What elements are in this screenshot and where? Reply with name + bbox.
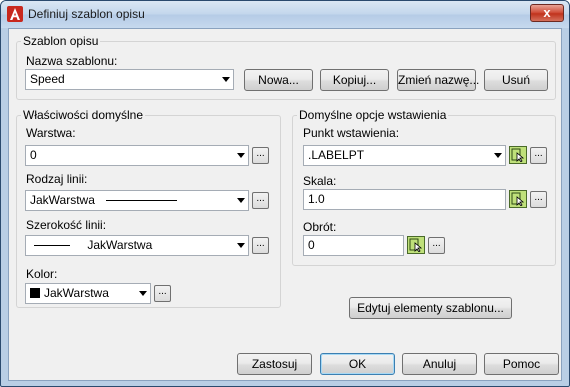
ok-button[interactable]: OK (320, 353, 395, 375)
lineweight-value: JakWarstwa (87, 238, 153, 252)
window-title: Definiuj szablon opisu (28, 7, 145, 21)
chevron-down-icon (237, 243, 245, 248)
dialog-client-area: Szablon opisu Nazwa szablonu: Speed Nowa… (8, 28, 562, 381)
rotation-input[interactable]: 0 (303, 235, 404, 256)
chevron-down-icon (139, 291, 147, 296)
copy-template-button[interactable]: Kopiuj... (320, 69, 389, 91)
apply-button[interactable]: Zastosuj (237, 353, 312, 375)
color-value: JakWarstwa (44, 286, 109, 300)
template-group-legend: Szablon opisu (23, 34, 99, 48)
close-button[interactable]: x (530, 4, 564, 22)
rotation-browse-button[interactable]: ... (428, 237, 445, 254)
color-browse-button[interactable]: ... (154, 285, 171, 302)
linetype-select[interactable]: JakWarstwa (25, 190, 249, 211)
delete-template-button[interactable]: Usuń (484, 69, 548, 91)
layer-label: Warstwa: (26, 126, 76, 140)
color-swatch (30, 287, 40, 298)
insertion-options-legend: Domyślne opcje wstawienia (299, 108, 447, 122)
cursor-pick-icon (511, 192, 525, 206)
lineweight-select[interactable]: JakWarstwa (25, 235, 249, 256)
scale-input[interactable]: 1.0 (303, 189, 506, 210)
cursor-pick-icon (511, 148, 525, 162)
rename-template-button[interactable]: Zmień nazwę... (397, 69, 479, 91)
template-name-label: Nazwa szablonu: (26, 54, 118, 68)
color-select[interactable]: JakWarstwa (25, 283, 151, 304)
lineweight-browse-button[interactable]: ... (252, 237, 269, 254)
chevron-down-icon (494, 153, 502, 158)
layer-select[interactable]: 0 (25, 145, 249, 166)
template-name-select[interactable]: Speed (25, 69, 234, 90)
template-name-value: Speed (30, 72, 65, 86)
cancel-button[interactable]: Anuluj (402, 353, 477, 375)
chevron-down-icon (222, 77, 230, 82)
insertion-point-label: Punkt wstawienia: (303, 126, 400, 140)
cursor-pick-icon (409, 238, 423, 252)
lineweight-label: Szerokość linii: (26, 218, 107, 232)
scale-browse-button[interactable]: ... (530, 191, 547, 208)
linetype-label: Rodzaj linii: (26, 172, 88, 186)
help-button[interactable]: Pomoc (484, 353, 559, 375)
edit-template-elements-button[interactable]: Edytuj elementy szablonu... (349, 297, 512, 319)
rotation-pick-button[interactable] (407, 236, 425, 254)
default-properties-legend: Właściwości domyślne (23, 108, 144, 122)
rotation-label: Obrót: (303, 220, 337, 234)
layer-browse-button[interactable]: ... (252, 147, 269, 164)
insertion-point-pick-button[interactable] (509, 146, 527, 164)
lineweight-sample (34, 245, 70, 247)
chevron-down-icon (237, 153, 245, 158)
autocad-logo-icon (7, 6, 23, 22)
insertion-point-browse-button[interactable]: ... (530, 147, 547, 164)
dialog-window: Definiuj szablon opisu x Szablon opisu N… (0, 0, 570, 387)
close-icon: x (543, 5, 551, 20)
layer-value: 0 (30, 148, 37, 162)
linetype-value: JakWarstwa (30, 193, 95, 207)
linetype-sample (106, 200, 178, 202)
new-template-button[interactable]: Nowa... (244, 69, 313, 91)
scale-label: Skala: (303, 174, 337, 188)
linetype-browse-button[interactable]: ... (252, 192, 269, 209)
title-bar[interactable]: Definiuj szablon opisu x (1, 1, 569, 28)
insertion-point-value: .LABELPT (308, 148, 365, 162)
chevron-down-icon (237, 198, 245, 203)
insertion-point-select[interactable]: .LABELPT (303, 145, 506, 166)
scale-pick-button[interactable] (509, 190, 527, 208)
color-label: Kolor: (26, 267, 58, 281)
